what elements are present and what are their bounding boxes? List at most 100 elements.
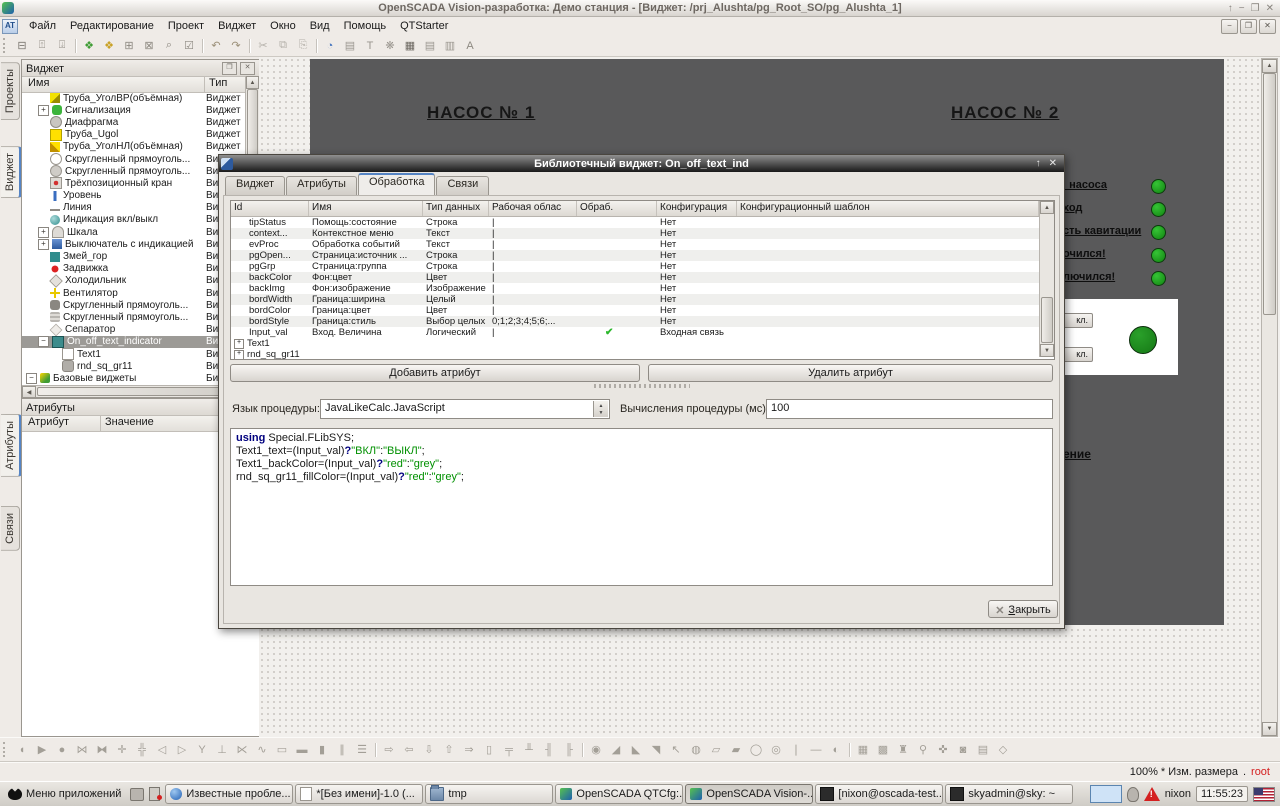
task-tmp[interactable]: tmp <box>425 784 553 804</box>
element-toolbar-icon-45[interactable]: ▩ <box>874 741 892 758</box>
tree-item-Скругленный прямоуголь...[interactable]: Скругленный прямоуголь...Виджет <box>22 311 246 323</box>
element-toolbar-icon-26[interactable]: ╨ <box>520 741 538 758</box>
mdi-vertical-scrollbar[interactable]: ▲ ▼ <box>1261 58 1278 737</box>
group-expander-icon[interactable]: + <box>234 350 244 360</box>
element-toolbar-icon-3[interactable]: ⋈ <box>73 741 91 758</box>
add-attribute-button[interactable]: Добавить атрибут <box>230 364 640 382</box>
element-toolbar-icon-30[interactable]: ◉ <box>587 741 605 758</box>
scroll-up-icon[interactable]: ▲ <box>1262 59 1277 73</box>
table-header-Обраб.[interactable]: Обраб. <box>577 201 657 216</box>
element-toolbar-icon-13[interactable]: ▭ <box>273 741 291 758</box>
tree-item-Сепаратор[interactable]: СепараторВиджет <box>22 324 246 336</box>
toolbar-icon-9[interactable]: ☑ <box>180 37 198 54</box>
task-[nixon@oscada-test...[interactable]: [nixon@oscada-test... <box>815 784 943 804</box>
dock-tab-Связи[interactable]: Связи <box>1 506 20 551</box>
attribute-row-backColor[interactable]: backColorФон:цветЦвет|Нет <box>231 272 1054 283</box>
attribute-row-evProc[interactable]: evProcОбработка событийТекст|Нет <box>231 239 1054 250</box>
element-toolbar-icon-15[interactable]: ▮ <box>313 741 331 758</box>
procedure-code-editor[interactable]: using Special.FLibSYS;Text1_text=(Input_… <box>230 428 1053 586</box>
warning-tray-icon[interactable] <box>1144 787 1160 801</box>
toolbar-icon-15[interactable]: ⧉ <box>274 37 292 54</box>
element-toolbar-icon-40[interactable]: ❘ <box>787 741 805 758</box>
element-toolbar-icon-41[interactable]: — <box>807 741 825 758</box>
keyboard-layout-flag-icon[interactable] <box>1253 787 1275 802</box>
menu-Вид[interactable]: Вид <box>303 19 337 33</box>
tree-item-Уровень[interactable]: УровеньВиджет <box>22 190 246 202</box>
dialog-close-action-button[interactable]: ✕ Закрыть <box>988 600 1058 618</box>
scrollbar-thumb[interactable] <box>37 387 245 396</box>
element-toolbar-icon-28[interactable]: ╟ <box>560 741 578 758</box>
tree-expander-icon[interactable]: − <box>38 336 49 347</box>
element-toolbar-icon-12[interactable]: ∿ <box>253 741 271 758</box>
menu-Файл[interactable]: Файл <box>22 19 63 33</box>
element-toolbar-icon-44[interactable]: ▦ <box>854 741 872 758</box>
group-row-Text1[interactable]: +Text1 <box>231 338 1054 349</box>
toolbar-icon-16[interactable]: ⎘ <box>294 37 312 54</box>
attribute-row-tipStatus[interactable]: tipStatusПомощь:состояниеСтрока|Нет <box>231 217 1054 228</box>
tree-item-rnd_sq_gr11[interactable]: rnd_sq_gr11Виджет <box>22 360 246 372</box>
toolbar-handle[interactable] <box>3 742 9 757</box>
tree-horizontal-scrollbar[interactable]: ◀ <box>22 385 246 397</box>
menu-QTStarter[interactable]: QTStarter <box>393 19 455 33</box>
dialog-tab-Обработка[interactable]: Обработка <box>358 173 435 195</box>
tree-item-Диафрагма[interactable]: ДиафрагмаВиджет <box>22 116 246 128</box>
scroll-up-icon[interactable]: ▲ <box>246 76 259 89</box>
tree-item-Скругленный прямоуголь...[interactable]: Скругленный прямоуголь...Виджет <box>22 165 246 177</box>
element-toolbar-icon-35[interactable]: ◍ <box>687 741 705 758</box>
element-toolbar-icon-2[interactable]: ● <box>53 741 71 758</box>
table-header-Конфигурация[interactable]: Конфигурация <box>657 201 737 216</box>
table-header-Id[interactable]: Id <box>231 201 309 216</box>
table-header-Тип данных[interactable]: Тип данных <box>423 201 489 216</box>
menu-Помощь[interactable]: Помощь <box>337 19 394 33</box>
attribute-row-context...[interactable]: context...Контекстное менюТекст|Нет <box>231 228 1054 239</box>
element-toolbar-icon-6[interactable]: ╬ <box>133 741 151 758</box>
splitter-handle[interactable] <box>594 384 690 388</box>
column-value[interactable]: Значение <box>100 416 154 431</box>
element-toolbar-icon-16[interactable]: ∥ <box>333 741 351 758</box>
element-toolbar-icon-31[interactable]: ◢ <box>607 741 625 758</box>
task-OpenSCADA QTCfg:...[interactable]: OpenSCADA QTCfg:... <box>555 784 683 804</box>
task-Известные пробле...[interactable]: Известные пробле... <box>165 784 293 804</box>
toolbar-icon-7[interactable]: ⊠ <box>140 37 158 54</box>
toolbar-icon-20[interactable]: T <box>361 37 379 54</box>
element-toolbar-icon-33[interactable]: ◥ <box>647 741 665 758</box>
element-toolbar-icon-46[interactable]: ♜ <box>894 741 912 758</box>
scroll-down-icon[interactable]: ▼ <box>1040 344 1054 357</box>
tree-item-On_off_text_indicator[interactable]: −On_off_text_indicatorВиджет <box>22 336 246 348</box>
tree-item-Труба_УголВР(объёмная)[interactable]: Труба_УголВР(объёмная)Виджет <box>22 92 246 104</box>
column-type[interactable]: Тип <box>204 77 227 92</box>
toolbar-icon-23[interactable]: ▤ <box>421 37 439 54</box>
toolbar-icon-0[interactable]: ⊟ <box>13 37 31 54</box>
element-toolbar-icon-14[interactable]: ▬ <box>293 741 311 758</box>
toolbar-icon-25[interactable]: A <box>461 37 479 54</box>
toolbar-icon-5[interactable]: ❖ <box>100 37 118 54</box>
mouse-settings-icon[interactable] <box>1127 787 1139 802</box>
element-toolbar-icon-36[interactable]: ▱ <box>707 741 725 758</box>
tree-item-Индикация вкл/выкл[interactable]: Индикация вкл/выклВиджет <box>22 214 246 226</box>
tree-item-Холодильник[interactable]: ХолодильникВиджет <box>22 275 246 287</box>
element-toolbar-icon-23[interactable]: ⇒ <box>460 741 478 758</box>
tree-item-Шкала[interactable]: +ШкалаВиджет <box>22 226 246 238</box>
element-toolbar-icon-39[interactable]: ◎ <box>767 741 785 758</box>
element-toolbar-icon-0[interactable]: ◖ <box>13 741 31 758</box>
element-toolbar-icon-22[interactable]: ⇧ <box>440 741 458 758</box>
tree-expander-icon[interactable]: + <box>38 227 49 238</box>
element-toolbar-icon-19[interactable]: ⇨ <box>380 741 398 758</box>
toolbar-icon-6[interactable]: ⊞ <box>120 37 138 54</box>
tree-item-Базовые виджеты[interactable]: −Базовые виджетыБиблиотека <box>22 372 246 384</box>
menu-Редактирование[interactable]: Редактирование <box>63 19 161 33</box>
dialog-tab-Атрибуты[interactable]: Атрибуты <box>286 176 357 195</box>
element-toolbar-icon-4[interactable]: ⧓ <box>93 741 111 758</box>
delete-attribute-button[interactable]: Удалить атрибут <box>648 364 1053 382</box>
workspace-pager[interactable] <box>1090 785 1122 803</box>
menu-Окно[interactable]: Окно <box>263 19 303 33</box>
scroll-up-icon[interactable]: ▲ <box>1040 201 1054 214</box>
toolbar-icon-21[interactable]: ❋ <box>381 37 399 54</box>
element-toolbar-icon-51[interactable]: ◇ <box>994 741 1012 758</box>
element-toolbar-icon-20[interactable]: ⇦ <box>400 741 418 758</box>
tree-item-Text1[interactable]: Text1Виджет <box>22 348 246 360</box>
tree-item-Скругленный прямоуголь...[interactable]: Скругленный прямоуголь...Виджет <box>22 299 246 311</box>
scrollbar-thumb[interactable] <box>1263 73 1276 315</box>
dock-tab-Атрибуты[interactable]: Атрибуты <box>1 414 22 477</box>
mdi-close-button[interactable]: ✕ <box>1259 19 1276 34</box>
